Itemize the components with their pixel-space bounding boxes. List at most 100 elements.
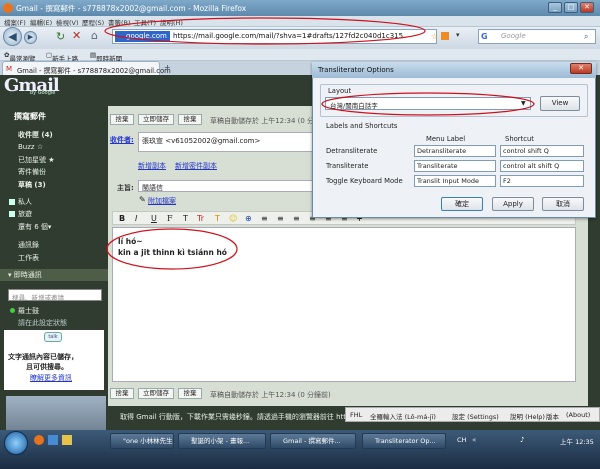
apply-button[interactable]: Apply	[492, 197, 534, 211]
save-now-button-bottom[interactable]: 立即儲存	[138, 388, 174, 399]
cancel-button-bottom[interactable]: 捨棄	[178, 388, 202, 399]
nav-sent[interactable]: 寄件備份	[18, 167, 46, 177]
taskbar-item-1[interactable]: "one 小林林先生...	[110, 433, 174, 449]
minimize-button[interactable]: _	[548, 2, 562, 13]
new-tab-button[interactable]: +	[164, 63, 171, 72]
numbered-list-icon[interactable]: ≡	[261, 214, 268, 223]
toggle-keyboard-shortcut-input[interactable]: F2	[500, 175, 584, 187]
start-button[interactable]	[4, 431, 28, 455]
reload-icon[interactable]: ↻	[56, 30, 65, 43]
chat-header[interactable]: ▾ 即時通訊	[0, 269, 108, 281]
transliterate-shortcut-input[interactable]: control alt shift Q	[500, 160, 584, 172]
underline-icon[interactable]: U	[151, 214, 157, 223]
bullet-list-icon[interactable]: ≡	[277, 214, 284, 223]
taskbar-item-3[interactable]: Gmail - 撰寫郵件...	[270, 433, 356, 449]
message-body-editor[interactable]: lí hó~ kin a jit thinn kì tsiánn hó	[112, 227, 576, 382]
settings-link[interactable]: 設定 (Settings)	[452, 411, 499, 421]
more-labels-link[interactable]: 還有 6 個▾	[18, 222, 51, 232]
label-private[interactable]: 私人	[18, 197, 32, 207]
cancel-button[interactable]: 取消	[542, 197, 584, 211]
about-link-cn[interactable]: 版本	[546, 411, 559, 421]
language-indicator[interactable]: CH	[457, 436, 466, 444]
site-identity-badge[interactable]: google.com	[115, 31, 170, 42]
menu-file[interactable]: 檔案(F)	[4, 17, 26, 27]
bold-icon[interactable]: B	[119, 214, 125, 223]
subject-field[interactable]: 閩語信	[138, 180, 313, 192]
help-link[interactable]: 說明 (Help)	[510, 411, 545, 421]
font-icon[interactable]: F	[167, 214, 173, 223]
layout-select[interactable]: 台灣/閩南白話字 ▼	[325, 97, 531, 110]
italic-icon[interactable]: I	[135, 214, 137, 223]
link-icon[interactable]: ⊕	[245, 214, 252, 223]
chat-status-input[interactable]: 請在此設定狀態	[18, 318, 67, 328]
clock[interactable]: 上午 12:35	[560, 436, 594, 446]
label-travel[interactable]: 旅遊	[18, 209, 32, 219]
text-color-icon[interactable]: Tr	[197, 214, 204, 223]
folder-quicklaunch-icon[interactable]	[62, 435, 72, 445]
bookmark-star-icon[interactable]: ☆	[431, 32, 438, 41]
transliterate-label-input[interactable]: Transliterate	[414, 160, 496, 172]
magnifier-icon[interactable]: ⌕	[584, 32, 588, 42]
menu-bookmarks[interactable]: 書籤(B)	[108, 17, 131, 27]
tab-gmail[interactable]: M Gmail - 撰寫郵件 - s778878x2002@gmail.com	[2, 61, 171, 75]
learn-more-link[interactable]: 瞭解更多資訊	[30, 373, 72, 383]
window-titlebar[interactable]: Gmail - 撰寫郵件 - s778878x2002@gmail.com - …	[0, 0, 600, 16]
url-dropdown-icon[interactable]: ▾	[456, 31, 460, 39]
close-window-button[interactable]: ✕	[580, 2, 594, 13]
rss-feed-icon[interactable]	[441, 32, 449, 40]
attach-file-link[interactable]: 附加檔案	[148, 196, 176, 206]
volume-icon[interactable]: ♪	[520, 436, 524, 444]
menu-history[interactable]: 歷程(S)	[82, 17, 104, 27]
desktop-quicklaunch-icon[interactable]	[48, 435, 58, 445]
ok-button[interactable]: 確定	[441, 197, 483, 211]
menu-view[interactable]: 檢視(V)	[56, 17, 79, 27]
add-cc-link[interactable]: 新增副本	[138, 161, 166, 171]
menu-edit[interactable]: 編輯(E)	[30, 17, 52, 27]
chat-user-name[interactable]: 羅士鼓	[18, 306, 39, 316]
dialog-titlebar[interactable]: Transliterator Options	[312, 62, 596, 78]
discard-button-bottom[interactable]: 捨棄	[110, 388, 134, 399]
bookmark-getting-started[interactable]: ▢ 新手上路	[46, 51, 78, 63]
tasks-link[interactable]: 工作表	[18, 253, 39, 263]
nav-drafts[interactable]: 草稿 (3)	[18, 180, 46, 190]
to-label[interactable]: 收件者:	[110, 135, 134, 145]
chat-contact-photo[interactable]	[6, 396, 106, 434]
bookmark-most-visited[interactable]: ✿ 最常瀏覽	[4, 51, 35, 63]
detransliterate-label-input[interactable]: Detransliterate	[414, 145, 496, 157]
nav-starred[interactable]: 已加星號 ★	[18, 155, 55, 165]
bookmark-news[interactable]: ▤ 即時新聞	[90, 51, 122, 63]
emoticon-icon[interactable]: ☺	[229, 214, 237, 223]
tray-arrow-icon[interactable]: «	[472, 436, 476, 444]
discard-button-top[interactable]: 捨棄	[110, 114, 134, 125]
url-bar[interactable]: google.com https://mail.google.com/mail/…	[112, 29, 438, 44]
maximize-button[interactable]: □	[564, 2, 578, 13]
indent-less-icon[interactable]: ≡	[293, 214, 300, 223]
fhl-indicator[interactable]: FHL	[350, 411, 362, 419]
forward-button[interactable]: ▶	[24, 31, 37, 44]
dialog-close-button[interactable]: ✕	[570, 63, 592, 74]
toggle-keyboard-label-input[interactable]: Translit Input Mode	[414, 175, 496, 187]
highlight-icon[interactable]: T	[215, 214, 220, 223]
font-size-icon[interactable]: T	[183, 214, 188, 223]
input-mode-indicator[interactable]: 全羅輸入法 (Lô-má-jī)	[370, 411, 436, 421]
detransliterate-shortcut-input[interactable]: control shift Q	[500, 145, 584, 157]
taskbar-item-4[interactable]: Transliterator Op...	[362, 433, 446, 449]
nav-inbox[interactable]: 收件匣 (4)	[18, 130, 53, 140]
stop-icon[interactable]: ✕	[72, 29, 81, 42]
firefox-quicklaunch-icon[interactable]	[34, 435, 44, 445]
contacts-link[interactable]: 通訊錄	[18, 240, 39, 250]
menu-help[interactable]: 說明(H)	[160, 17, 183, 27]
add-bcc-link[interactable]: 新增密件副本	[175, 161, 217, 171]
to-field[interactable]: 張玖宣 <v61052002@gmail.com>	[138, 132, 313, 152]
view-button[interactable]: View	[540, 96, 580, 111]
chat-search-input[interactable]: 搜尋、新增或邀請	[8, 289, 102, 302]
home-icon[interactable]: ⌂	[91, 29, 98, 42]
search-bar[interactable]: G Google ⌕	[478, 29, 596, 44]
taskbar-item-2[interactable]: 聖誕的小架 - 畫報...	[178, 433, 266, 449]
compose-mail-link[interactable]: 撰寫郵件	[14, 111, 46, 122]
nav-buzz[interactable]: Buzz ☆	[18, 143, 43, 151]
back-button[interactable]: ◀	[3, 27, 22, 46]
about-link[interactable]: (About)	[566, 411, 590, 419]
cancel-button-top[interactable]: 捨棄	[178, 114, 202, 125]
menu-tools[interactable]: 工具(T)	[134, 17, 156, 27]
